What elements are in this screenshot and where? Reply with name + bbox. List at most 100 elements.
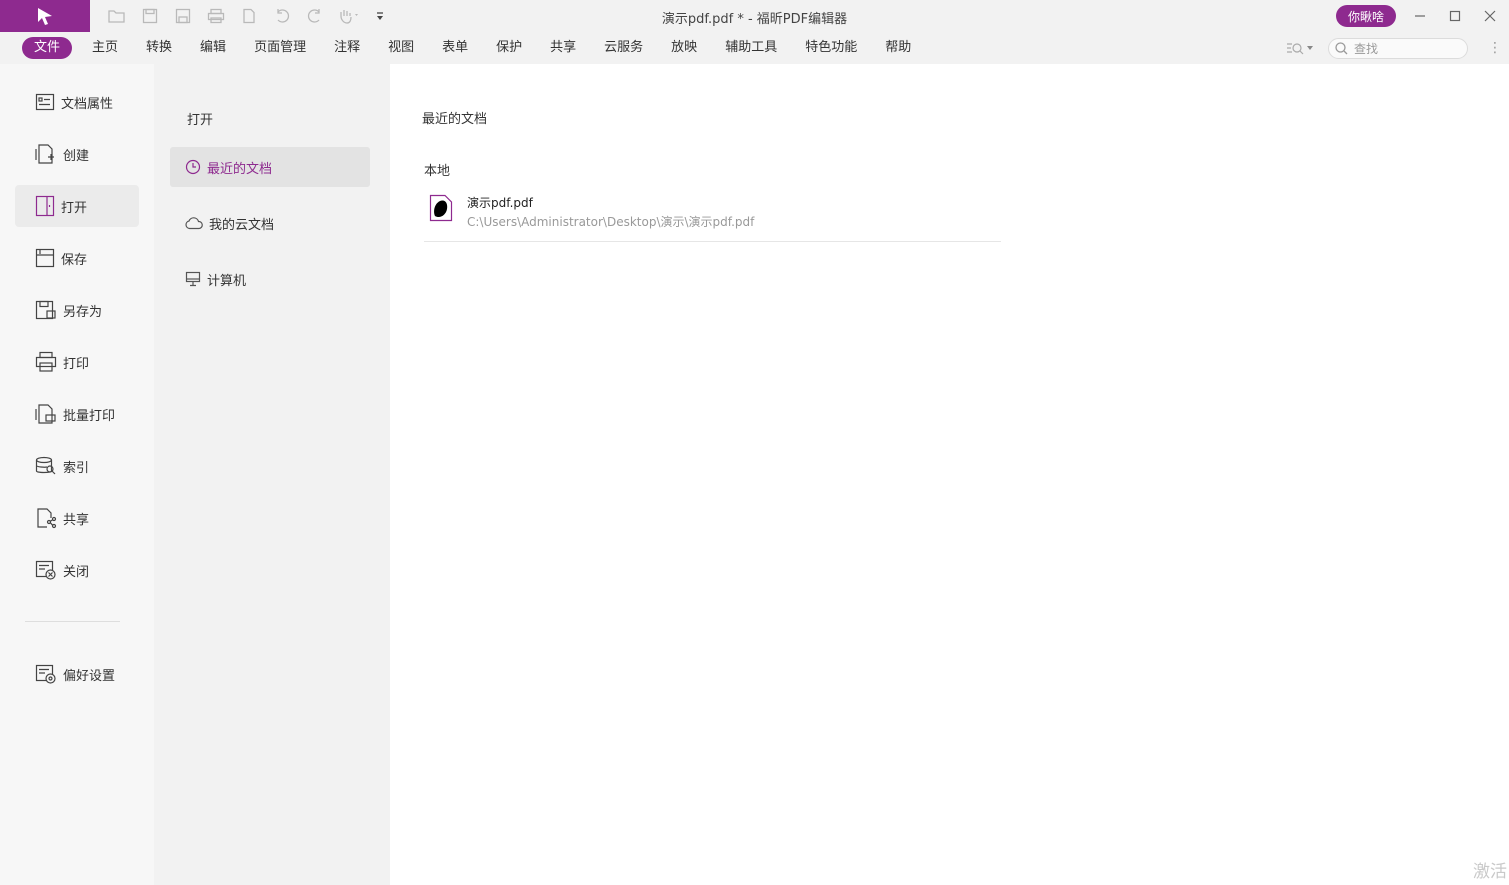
- nav-divider: [25, 621, 120, 622]
- panel-title: 打开: [187, 113, 214, 128]
- app-window: 演示pdf.pdf * - 福昕PDF编辑器 你瞅啥 文件 主页 转换 编辑 页…: [0, 0, 1509, 885]
- foxit-logo-icon: [38, 8, 52, 25]
- nav-item-label: 偏好设置: [63, 668, 116, 684]
- open-option-label: 最近的文档: [207, 161, 273, 177]
- search-field[interactable]: [1328, 38, 1468, 59]
- maximize-button[interactable]: [1443, 4, 1467, 28]
- recent-file-item[interactable]: 演示pdf.pdf C:\Users\Administrator\Desktop…: [424, 187, 1001, 242]
- preferences-icon: [35, 664, 56, 684]
- ribbon-tabs: 文件 主页 转换 编辑 页面管理 注释 视图 表单 保护 共享 云服务 放映 辅…: [22, 37, 925, 59]
- nav-item-label: 索引: [63, 460, 90, 476]
- clock-icon: [185, 159, 201, 175]
- undo-icon[interactable]: [269, 6, 294, 26]
- nav-item-open[interactable]: 打开: [15, 185, 139, 227]
- cloud-icon: [185, 217, 203, 230]
- close-doc-icon: [35, 560, 56, 580]
- open-option-recent[interactable]: 最近的文档: [170, 147, 370, 187]
- minimize-icon: [1415, 15, 1425, 17]
- tab-home[interactable]: 主页: [78, 37, 132, 59]
- open-options-panel: 打开 最近的文档 我的云文档 计算机: [154, 64, 390, 885]
- search-input[interactable]: [1354, 41, 1454, 56]
- nav-item-label: 共享: [63, 512, 90, 528]
- backstage-nav: 文档属性 创建 打开 保存 另存为 打印 批量打印 索引 共享 关闭 偏好设置: [0, 64, 154, 885]
- open-option-computer[interactable]: 计算机: [170, 259, 370, 299]
- tab-view[interactable]: 视图: [374, 37, 428, 59]
- activation-watermark: 激活: [1473, 862, 1507, 882]
- search-options-icon: [1287, 43, 1304, 55]
- nav-item-label: 文档属性: [61, 96, 114, 112]
- nav-item-label: 创建: [63, 148, 90, 164]
- properties-icon: [35, 93, 55, 111]
- index-icon: [35, 456, 56, 475]
- redo-icon[interactable]: [302, 6, 327, 26]
- save-icon[interactable]: [137, 6, 162, 26]
- print-icon: [35, 351, 57, 372]
- menu-bar: 文件 主页 转换 编辑 页面管理 注释 视图 表单 保护 共享 云服务 放映 辅…: [0, 32, 1509, 64]
- tab-tools[interactable]: 辅助工具: [711, 37, 791, 59]
- open-option-label: 我的云文档: [209, 217, 275, 233]
- nav-item-label: 另存为: [63, 304, 103, 320]
- hand-icon[interactable]: [335, 6, 365, 26]
- recent-documents-area: 最近的文档 本地 演示pdf.pdf C:\Users\Administrato…: [390, 64, 1509, 885]
- close-button[interactable]: [1478, 4, 1502, 28]
- user-account-button[interactable]: 你瞅啥: [1336, 5, 1396, 27]
- tab-form[interactable]: 表单: [428, 37, 482, 59]
- save-as-icon[interactable]: [170, 6, 195, 26]
- quick-access-toolbar: [104, 6, 387, 26]
- nav-item-label: 打开: [61, 200, 88, 216]
- nav-item-preferences[interactable]: 偏好设置: [15, 653, 139, 695]
- open-option-cloud[interactable]: 我的云文档: [170, 203, 370, 243]
- app-logo[interactable]: [0, 0, 90, 32]
- minimize-button[interactable]: [1408, 4, 1432, 28]
- nav-item-share[interactable]: 共享: [15, 497, 139, 539]
- more-options-icon[interactable]: ⋮: [1488, 41, 1502, 55]
- file-name: 演示pdf.pdf: [467, 196, 533, 210]
- computer-icon: [185, 271, 201, 287]
- save-icon: [35, 248, 55, 268]
- close-icon: [1484, 10, 1496, 22]
- pdf-file-icon: [429, 194, 453, 222]
- tab-edit[interactable]: 编辑: [186, 37, 240, 59]
- section-title: 最近的文档: [422, 112, 488, 127]
- nav-item-label: 打印: [63, 356, 90, 372]
- open-icon[interactable]: [104, 6, 129, 26]
- nav-item-save-as[interactable]: 另存为: [15, 289, 139, 331]
- nav-item-label: 保存: [61, 252, 88, 268]
- title-bar: 演示pdf.pdf * - 福昕PDF编辑器 你瞅啥: [0, 0, 1509, 32]
- print-icon[interactable]: [203, 6, 228, 26]
- chevron-down-icon: [1307, 46, 1313, 50]
- nav-item-properties[interactable]: 文档属性: [15, 81, 139, 123]
- search-icon: [1335, 42, 1348, 55]
- nav-item-label: 批量打印: [63, 408, 116, 424]
- new-icon[interactable]: [236, 6, 261, 26]
- tab-help[interactable]: 帮助: [871, 37, 925, 59]
- customize-icon[interactable]: [373, 6, 387, 26]
- tab-file[interactable]: 文件: [22, 37, 73, 59]
- file-path: C:\Users\Administrator\Desktop\演示\演示pdf.…: [467, 215, 755, 229]
- tab-features[interactable]: 特色功能: [791, 37, 871, 59]
- nav-item-print[interactable]: 打印: [15, 341, 139, 383]
- nav-item-batch-print[interactable]: 批量打印: [15, 393, 139, 435]
- create-icon: [35, 144, 54, 164]
- tab-slideshow[interactable]: 放映: [657, 37, 711, 59]
- open-option-label: 计算机: [207, 273, 247, 289]
- tab-cloud[interactable]: 云服务: [590, 37, 657, 59]
- tab-convert[interactable]: 转换: [132, 37, 186, 59]
- open-icon: [35, 195, 55, 217]
- tab-comment[interactable]: 注释: [320, 37, 374, 59]
- tab-page-manage[interactable]: 页面管理: [240, 37, 320, 59]
- tab-protect[interactable]: 保护: [482, 37, 536, 59]
- share-icon: [37, 508, 57, 529]
- maximize-icon: [1449, 10, 1461, 22]
- right-scrollbar[interactable]: [1503, 64, 1509, 885]
- nav-item-label: 关闭: [63, 564, 90, 580]
- nav-item-create[interactable]: 创建: [15, 133, 139, 175]
- nav-item-close[interactable]: 关闭: [15, 549, 139, 591]
- batch-print-icon: [35, 404, 56, 424]
- save-as-icon: [35, 300, 56, 320]
- nav-item-index[interactable]: 索引: [15, 445, 139, 487]
- tab-share[interactable]: 共享: [536, 37, 590, 59]
- search-options-button[interactable]: [1286, 41, 1313, 55]
- local-section-label: 本地: [424, 164, 451, 179]
- nav-item-save[interactable]: 保存: [15, 237, 139, 279]
